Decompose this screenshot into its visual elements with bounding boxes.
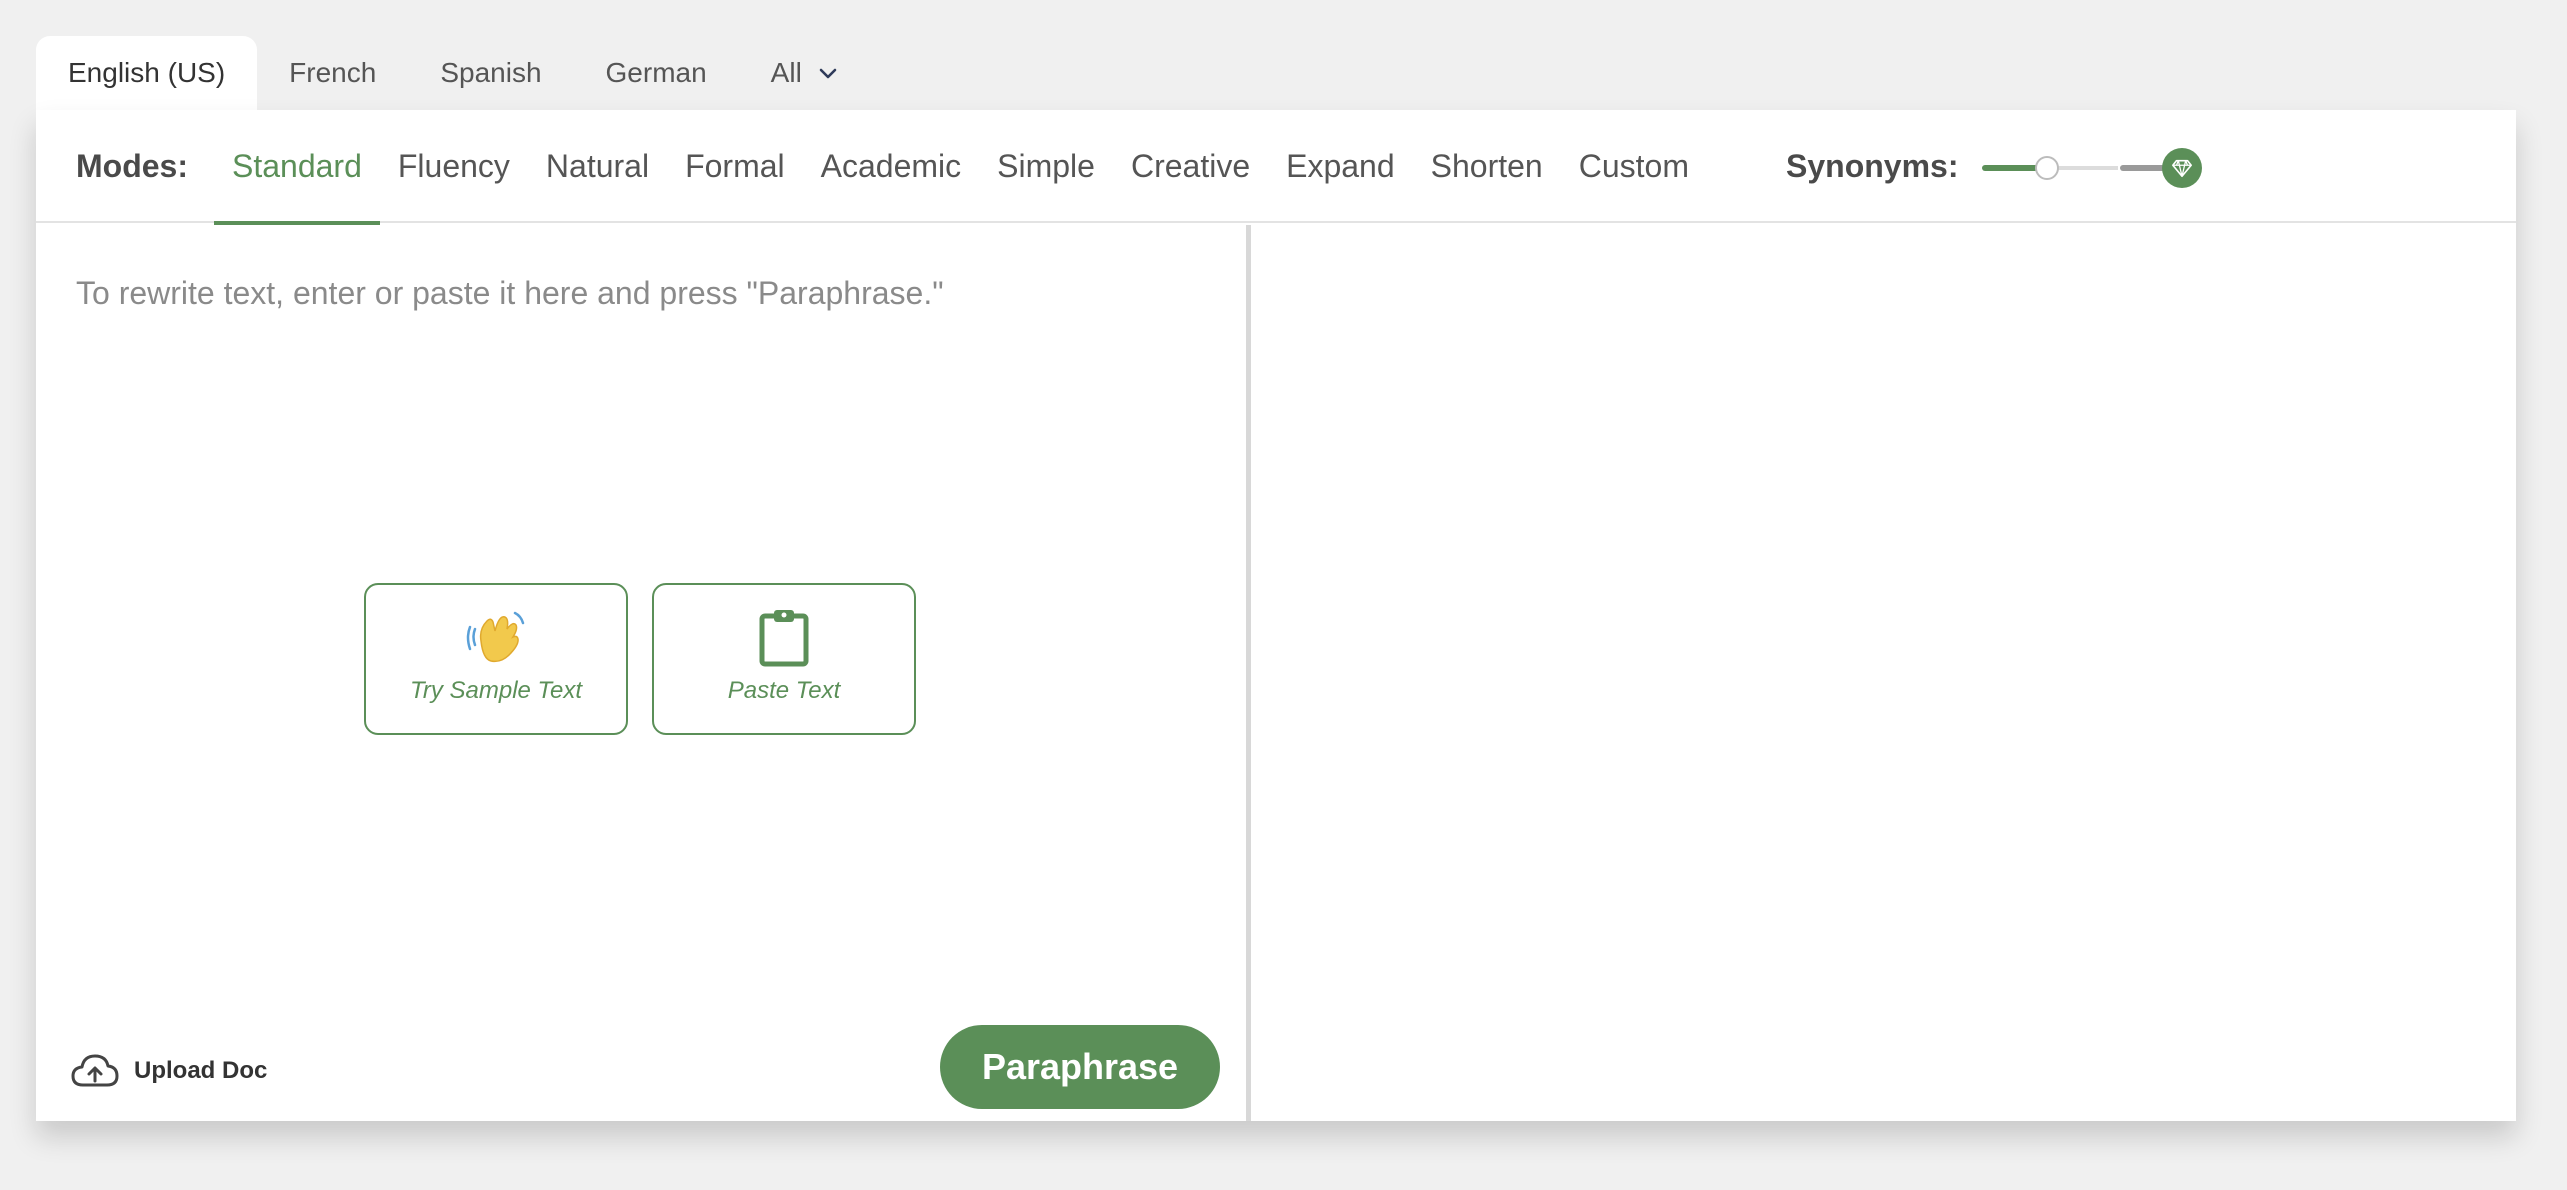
sample-button-label: Try Sample Text	[409, 677, 583, 704]
mode-creative[interactable]: Creative	[1113, 110, 1268, 223]
mode-simple[interactable]: Simple	[979, 110, 1113, 223]
mode-academic[interactable]: Academic	[803, 110, 980, 223]
tab-label: English (US)	[68, 57, 226, 88]
mode-natural[interactable]: Natural	[528, 110, 667, 223]
input-placeholder[interactable]: To rewrite text, enter or paste it here …	[76, 275, 944, 312]
mode-formal[interactable]: Formal	[667, 110, 803, 223]
paraphrase-button[interactable]: Paraphrase	[940, 1025, 1220, 1109]
language-tabs: English (US) French Spanish German All	[36, 36, 872, 110]
output-pane	[1251, 225, 2516, 1121]
slider-handle[interactable]	[2035, 156, 2059, 180]
mode-shorten[interactable]: Shorten	[1413, 110, 1561, 223]
tab-spanish[interactable]: Spanish	[408, 36, 573, 110]
waving-hand-icon	[465, 607, 527, 669]
tab-french[interactable]: French	[257, 36, 408, 110]
upload-doc-label: Upload Doc	[134, 1057, 268, 1084]
paste-text-button[interactable]: Paste Text	[652, 583, 916, 735]
synonyms-label: Synonyms:	[1786, 148, 1959, 184]
tab-label: German	[605, 57, 707, 88]
tab-label: French	[289, 57, 377, 88]
cloud-upload-icon	[70, 1051, 120, 1091]
modes-list: Standard Fluency Natural Formal Academic…	[214, 110, 1707, 225]
slider-track-empty	[2052, 166, 2118, 170]
modes-label: Modes:	[76, 148, 188, 184]
mode-custom[interactable]: Custom	[1561, 110, 1707, 223]
tab-all-languages[interactable]: All	[739, 36, 872, 110]
tab-label: All	[770, 57, 802, 88]
mode-expand[interactable]: Expand	[1268, 110, 1413, 223]
diamond-icon[interactable]	[2162, 148, 2202, 188]
try-sample-text-button[interactable]: Try Sample Text	[364, 583, 628, 735]
tab-german[interactable]: German	[574, 36, 739, 110]
synonyms-slider[interactable]	[1982, 148, 2212, 188]
tab-label: Spanish	[440, 57, 542, 88]
paraphraser-card: Modes: Standard Fluency Natural Formal A…	[36, 110, 2516, 1121]
mode-standard[interactable]: Standard	[214, 110, 380, 225]
chevron-down-icon	[816, 61, 840, 85]
modes-bar: Modes: Standard Fluency Natural Formal A…	[36, 110, 2516, 225]
input-pane[interactable]: To rewrite text, enter or paste it here …	[36, 225, 1246, 1121]
tab-english-us[interactable]: English (US)	[36, 36, 258, 110]
clipboard-icon	[753, 607, 815, 669]
mode-fluency[interactable]: Fluency	[380, 110, 528, 223]
paste-button-label: Paste Text	[727, 677, 841, 704]
upload-doc-button[interactable]: Upload Doc	[70, 1051, 267, 1091]
